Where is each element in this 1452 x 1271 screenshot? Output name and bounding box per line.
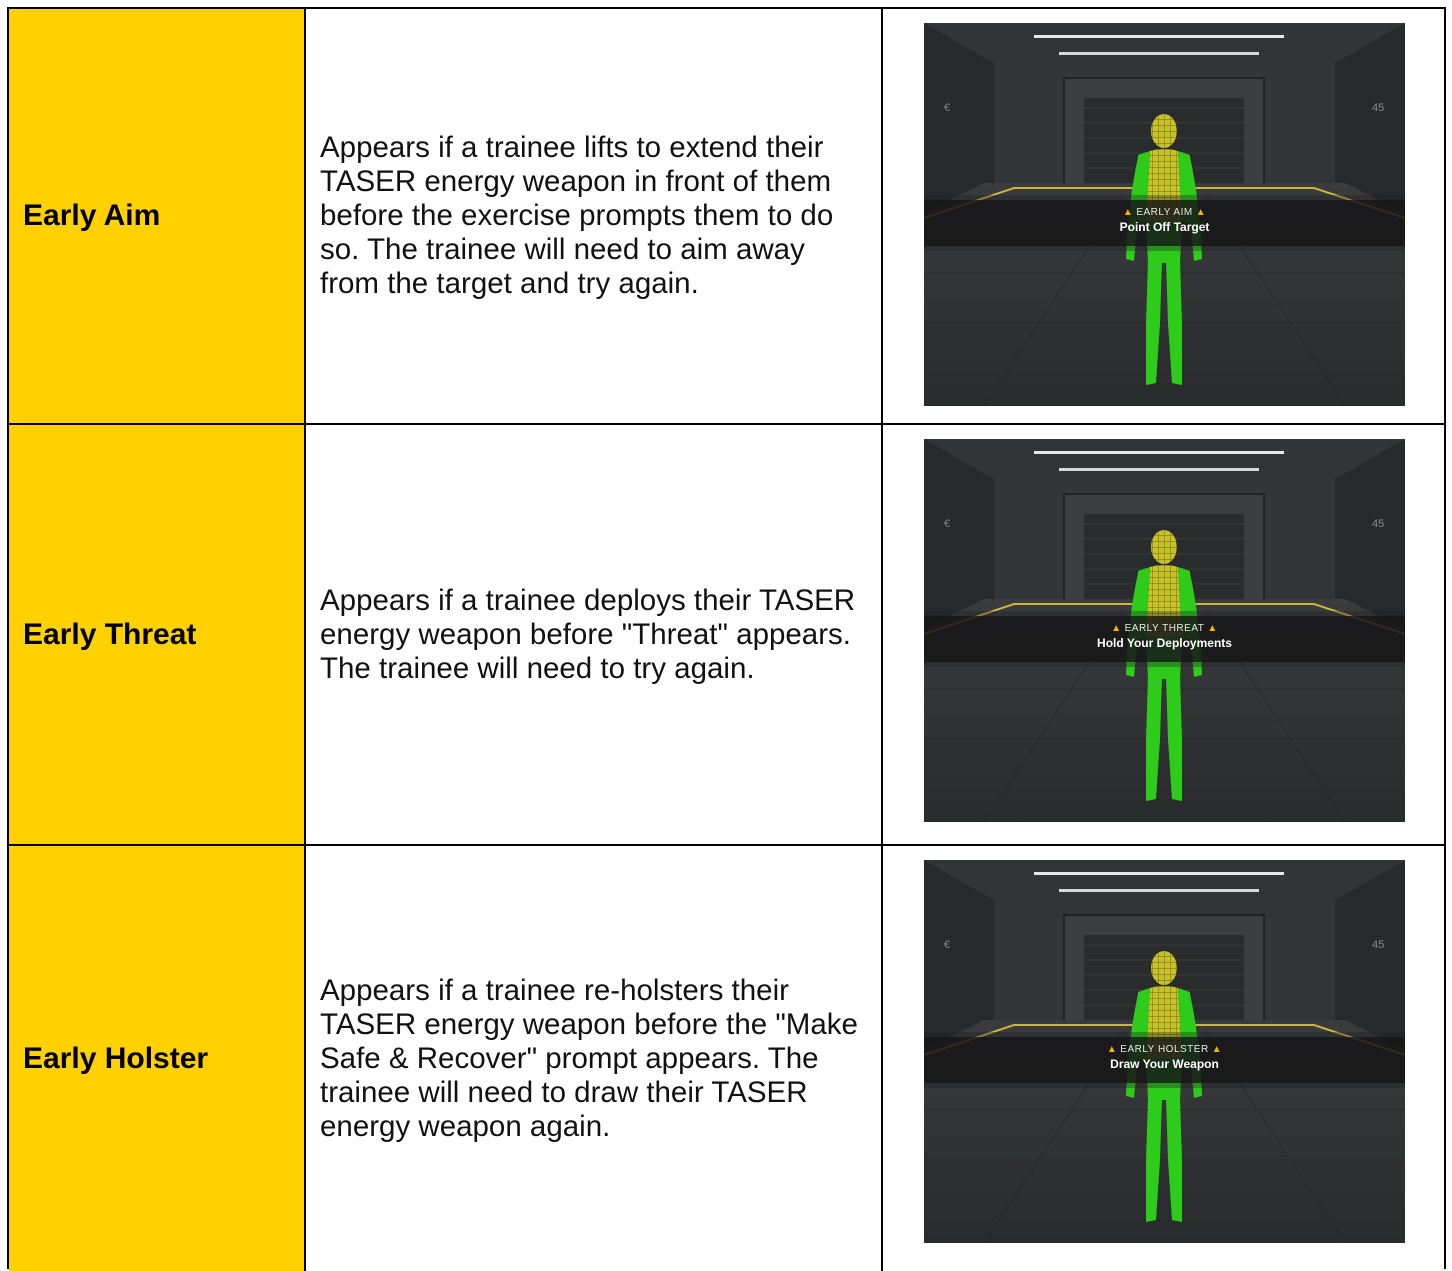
row-description: Appears if a trainee lifts to extend the… bbox=[320, 131, 834, 300]
row-label: Early Holster bbox=[23, 1041, 209, 1075]
warning-triangle-icon: ▲ bbox=[1111, 623, 1122, 634]
alert-title: EARLY AIM bbox=[1136, 207, 1193, 218]
description-cell: Appears if a trainee deploys their TASER… bbox=[306, 425, 883, 844]
warning-triangle-icon: ▲ bbox=[1195, 207, 1207, 218]
simulator-alerts-table: Early Aim Appears if a trainee lifts to … bbox=[7, 7, 1446, 1271]
label-cell: Early Aim bbox=[9, 9, 306, 423]
screenshot-cell: € 45 ▲ EARLY THREAT ▲ Hold Your Deployment… bbox=[883, 425, 1444, 844]
row-description: Appears if a trainee deploys their TASER… bbox=[320, 583, 856, 685]
alert-subtitle: Hold Your Deployments bbox=[1097, 636, 1232, 650]
alert-banner: ▲ EARLY AIM ▲ Point Off Target bbox=[924, 200, 1405, 246]
alert-title: EARLY THREAT bbox=[1124, 623, 1205, 634]
alert-banner: ▲ EARLY THREAT ▲ Hold Your Deployments bbox=[924, 616, 1405, 662]
simulator-screenshot: € 45 ▲ EARLY AIM ▲ Point Off Target bbox=[924, 23, 1405, 406]
alert-subtitle: Draw Your Weapon bbox=[1110, 1057, 1219, 1071]
description-cell: Appears if a trainee re-holsters their T… bbox=[306, 846, 883, 1271]
row-label: Early Threat bbox=[23, 617, 197, 651]
simulator-screenshot: € 45 ▲ EARLY HOLSTER ▲ Draw Your Weapon bbox=[924, 860, 1405, 1243]
description-cell: Appears if a trainee lifts to extend the… bbox=[306, 9, 883, 423]
warning-triangle-icon: ▲ bbox=[1106, 1044, 1118, 1055]
alert-subtitle: Point Off Target bbox=[1119, 220, 1210, 234]
table-row: Early Holster Appears if a trainee re-ho… bbox=[9, 844, 1444, 1271]
wall-marking-right: 45 bbox=[1372, 518, 1384, 530]
wall-marking-right: 45 bbox=[1372, 939, 1384, 951]
simulator-screenshot: € 45 ▲ EARLY THREAT ▲ Hold Your Deployment… bbox=[924, 439, 1405, 822]
screenshot-cell: € 45 ▲ EARLY HOLSTER ▲ Draw Your Weapon bbox=[883, 846, 1444, 1271]
warning-triangle-icon: ▲ bbox=[1122, 207, 1134, 218]
wall-marking-left: € bbox=[944, 102, 950, 114]
row-description: Appears if a trainee re-holsters their T… bbox=[320, 973, 858, 1143]
label-cell: Early Threat bbox=[9, 425, 306, 844]
wall-marking-left: € bbox=[944, 939, 950, 951]
warning-triangle-icon: ▲ bbox=[1211, 1044, 1223, 1055]
label-cell: Early Holster bbox=[9, 846, 306, 1271]
screenshot-cell: € 45 ▲ EARLY AIM ▲ Point Off Target bbox=[883, 9, 1444, 423]
table-row: Early Threat Appears if a trainee deploy… bbox=[9, 423, 1444, 844]
wall-marking-right: 45 bbox=[1372, 102, 1384, 114]
warning-triangle-icon: ▲ bbox=[1207, 623, 1218, 634]
alert-banner: ▲ EARLY HOLSTER ▲ Draw Your Weapon bbox=[924, 1037, 1405, 1083]
alert-title: EARLY HOLSTER bbox=[1120, 1044, 1209, 1055]
table-row: Early Aim Appears if a trainee lifts to … bbox=[9, 9, 1444, 423]
wall-marking-left: € bbox=[944, 518, 950, 530]
row-label: Early Aim bbox=[23, 199, 161, 232]
